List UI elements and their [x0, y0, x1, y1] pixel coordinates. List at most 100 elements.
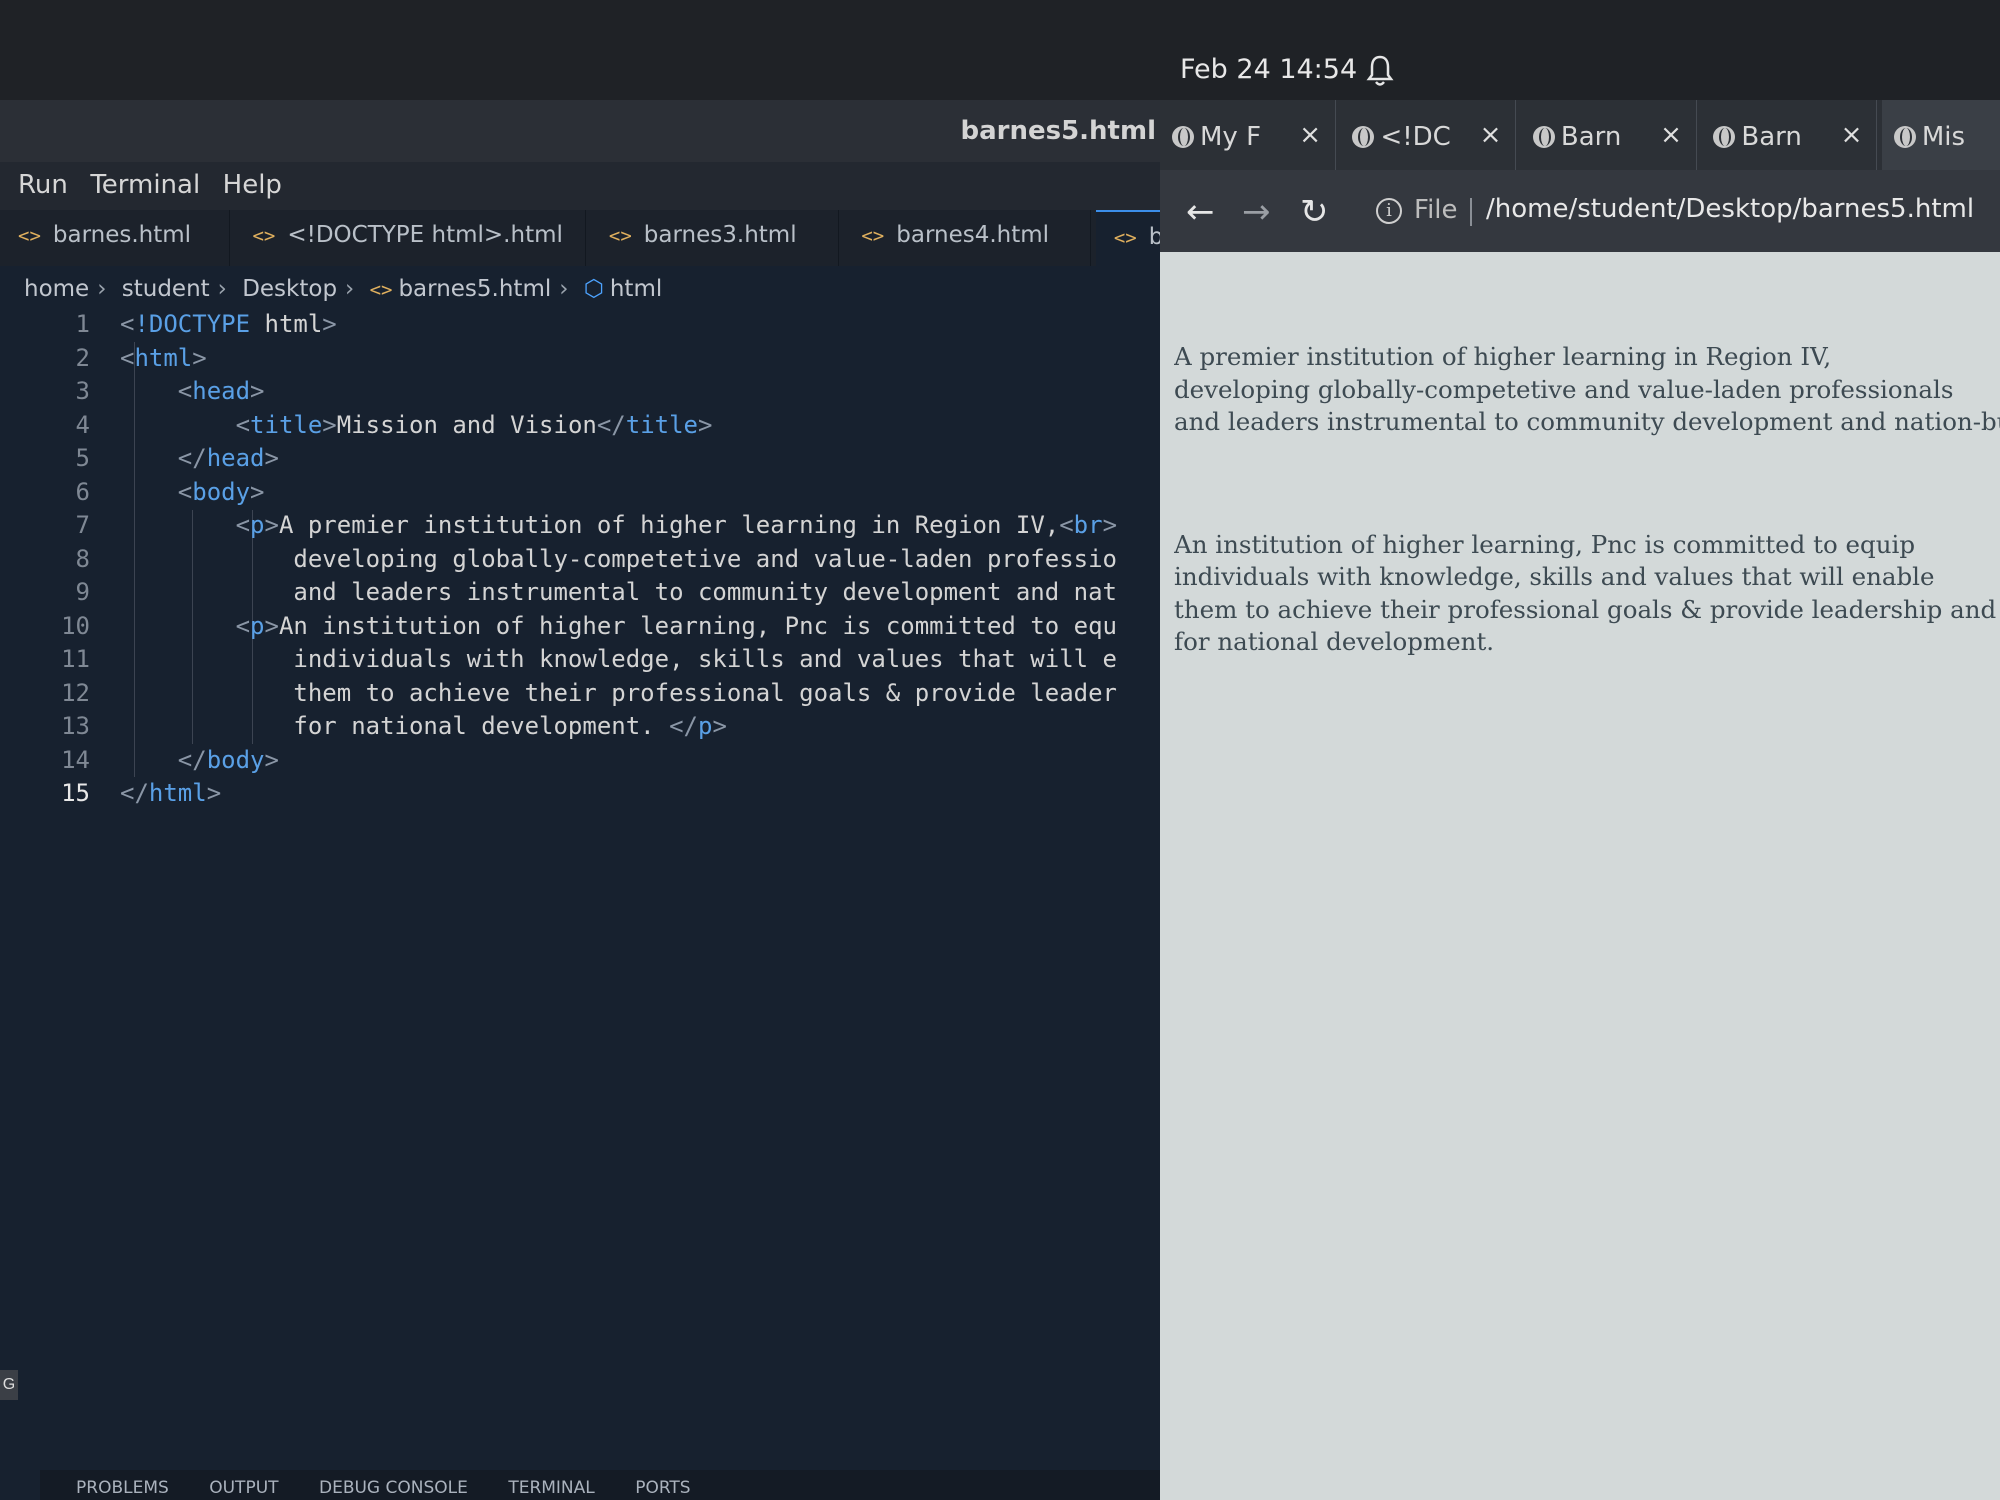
- breadcrumb-home[interactable]: home: [24, 276, 89, 302]
- code-line[interactable]: 5 </head>: [0, 442, 1160, 476]
- browser-tab-active[interactable]: Mis: [1881, 100, 2000, 170]
- code-text: <head>: [177, 377, 265, 405]
- html-file-icon: <>: [18, 225, 41, 247]
- code-line[interactable]: 1 <!DOCTYPE html>: [0, 308, 1160, 342]
- close-icon[interactable]: ×: [1841, 120, 1863, 150]
- editor-tab-label: barnes.html: [52, 222, 192, 248]
- code-text: developing globally-competetive and valu…: [120, 544, 1117, 573]
- info-icon[interactable]: i: [1376, 198, 1402, 224]
- html-file-icon: <>: [861, 225, 885, 247]
- line-number: 13: [61, 712, 90, 740]
- rendered-page: A premier institution of higher learning…: [1174, 276, 2000, 749]
- clock[interactable]: Feb 24 14:54: [1180, 54, 1357, 85]
- line-number: 7: [75, 511, 90, 539]
- code-text: </body>: [177, 745, 279, 774]
- line-number: 10: [61, 611, 90, 640]
- code-text: <html>: [120, 343, 207, 372]
- code-text: them to achieve their professional goals…: [120, 678, 1117, 707]
- side-badge: G: [0, 1370, 18, 1400]
- symbol-cube-icon: ⬡: [583, 276, 604, 302]
- menu-help[interactable]: Help: [223, 170, 282, 200]
- code-editor-window: barnes5.html Run Terminal Help <> barnes.…: [0, 100, 1160, 1500]
- close-icon[interactable]: ×: [1299, 120, 1321, 150]
- breadcrumb-student[interactable]: student: [122, 276, 210, 302]
- line-number: 1: [75, 310, 90, 338]
- html-file-icon: <>: [1113, 227, 1137, 249]
- breadcrumb-file[interactable]: barnes5.html: [398, 276, 551, 302]
- code-line[interactable]: 7 <p>A premier institution of higher lea…: [0, 509, 1160, 543]
- browser-tab[interactable]: <!DC ×: [1340, 100, 1517, 170]
- globe-icon: [1532, 126, 1555, 148]
- browser-tab[interactable]: Barn ×: [1701, 100, 1878, 170]
- line-number: 2: [75, 343, 90, 372]
- code-text: </head>: [177, 444, 279, 472]
- menu-run[interactable]: Run: [18, 170, 68, 200]
- browser-tab-label: <!DC: [1380, 122, 1451, 152]
- editor-tab-doctype[interactable]: <> <!DOCTYPE html>.html: [234, 210, 587, 266]
- browser-window: My F × <!DC × Barn × Barn × Mis ← → ↻ i File…: [1160, 100, 2000, 1500]
- breadcrumb-desktop[interactable]: Desktop: [242, 276, 337, 302]
- editor-tab-barnes5-active[interactable]: <> ba: [1095, 210, 1160, 266]
- editor-tab-barnes4[interactable]: <> barnes4.html: [843, 210, 1092, 266]
- close-icon[interactable]: ×: [1660, 120, 1682, 150]
- panel-tab-problems[interactable]: PROBLEMS: [76, 1478, 169, 1498]
- panel-tab-output[interactable]: OUTPUT: [209, 1478, 278, 1498]
- code-line[interactable]: 6 <body>: [0, 476, 1160, 510]
- globe-icon: [1352, 126, 1375, 148]
- editor-tab-label: <!DOCTYPE html>.html: [287, 222, 563, 248]
- mission-paragraph: A premier institution of higher learning…: [1174, 342, 2000, 436]
- code-line[interactable]: 4 <title>Mission and Vision</title>: [0, 409, 1160, 443]
- reload-icon[interactable]: ↻: [1300, 192, 1329, 232]
- editor-tab-label: barnes3.html: [643, 222, 797, 248]
- address-bar[interactable]: /home/student/Desktop/barnes5.html: [1486, 194, 1974, 224]
- code-line[interactable]: 15 </html>: [0, 777, 1160, 811]
- menu-terminal[interactable]: Terminal: [90, 170, 200, 200]
- html-file-icon: <>: [608, 225, 632, 247]
- browser-tab-label: Mis: [1921, 122, 1966, 152]
- panel-tab-ports[interactable]: PORTS: [635, 1478, 690, 1498]
- line-number: 5: [75, 444, 90, 472]
- code-text: </html>: [120, 779, 222, 807]
- close-icon[interactable]: ×: [1480, 120, 1502, 150]
- html-file-icon: <>: [369, 279, 393, 301]
- code-line[interactable]: 8 developing globally-competetive and va…: [0, 543, 1160, 577]
- browser-tab[interactable]: My F ×: [1160, 100, 1336, 170]
- forward-arrow-icon[interactable]: →: [1242, 192, 1271, 232]
- editor-tab-barnes[interactable]: <> barnes.html: [0, 210, 230, 266]
- editor-tab-barnes3[interactable]: <> barnes3.html: [591, 210, 839, 266]
- browser-tab-label: Barn: [1560, 122, 1622, 152]
- code-line[interactable]: 12 them to achieve their professional go…: [0, 677, 1160, 711]
- code-line[interactable]: 11 individuals with knowledge, skills an…: [0, 643, 1160, 677]
- browser-tab-label: My F: [1200, 122, 1262, 152]
- url-scheme-label: File: [1414, 195, 1458, 225]
- code-text: for national development. </p>: [120, 712, 727, 740]
- url-divider: [1470, 198, 1472, 226]
- code-text: <title>Mission and Vision</title>: [235, 410, 713, 439]
- code-line[interactable]: 10 <p>An institution of higher learning,…: [0, 610, 1160, 644]
- breadcrumb-symbol[interactable]: html: [610, 276, 662, 302]
- globe-icon: [1893, 126, 1916, 148]
- line-number: 4: [75, 410, 90, 439]
- code-line[interactable]: 2 <html>: [0, 342, 1160, 376]
- line-number: 12: [61, 678, 90, 707]
- editor-title-bar: barnes5.html: [0, 100, 1160, 162]
- code-line[interactable]: 3 <head>: [0, 375, 1160, 409]
- breadcrumb: home › student › Desktop › <> barnes5.html › …: [24, 276, 662, 302]
- browser-nav-bar: ← → ↻ i File /home/student/Desktop/barne…: [1160, 170, 2000, 252]
- code-line[interactable]: 14 </body>: [0, 744, 1160, 778]
- line-number: 14: [61, 745, 90, 774]
- code-line[interactable]: 9 and leaders instrumental to community …: [0, 576, 1160, 610]
- html-file-icon: <>: [252, 225, 276, 247]
- code-line[interactable]: 13 for national development. </p>: [0, 710, 1160, 744]
- chevron-right-icon: ›: [97, 276, 107, 302]
- back-arrow-icon[interactable]: ←: [1186, 192, 1215, 232]
- line-number: 11: [61, 645, 90, 673]
- panel-tab-terminal[interactable]: TERMINAL: [508, 1478, 594, 1498]
- notification-bell-icon[interactable]: [1366, 54, 1394, 88]
- panel-tab-debug-console[interactable]: DEBUG CONSOLE: [319, 1478, 468, 1498]
- panel-tabs: PROBLEMS OUTPUT DEBUG CONSOLE TERMINAL P…: [40, 1470, 1160, 1500]
- chevron-right-icon: ›: [217, 276, 227, 302]
- browser-tab[interactable]: Barn ×: [1521, 100, 1697, 170]
- code-area[interactable]: 1 <!DOCTYPE html> 2 <html> 3 <head> 4 <title>…: [0, 308, 1160, 811]
- globe-icon: [1172, 126, 1194, 148]
